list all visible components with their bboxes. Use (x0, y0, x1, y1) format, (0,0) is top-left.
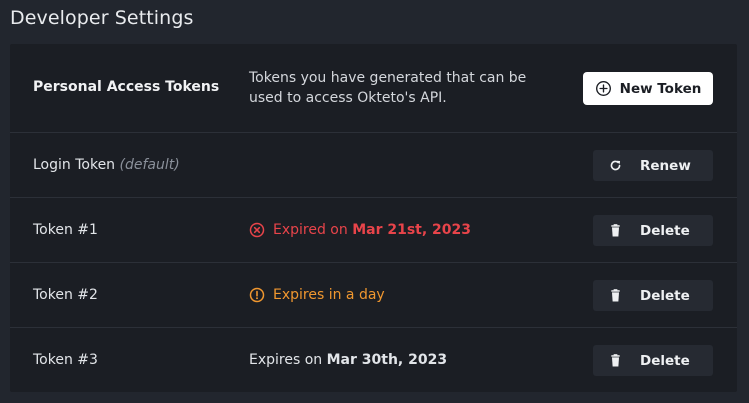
error-circle-icon (249, 222, 265, 238)
new-token-button[interactable]: New Token (583, 72, 713, 105)
renew-button[interactable]: Renew (593, 150, 713, 181)
section-description: Tokens you have generated that can be us… (249, 70, 527, 106)
tokens-panel: Personal Access Tokens Tokens you have g… (10, 44, 737, 392)
token-row: Token #2 Expires in a day Delete (10, 262, 737, 327)
status-prefix: Expires on (249, 352, 327, 368)
token-row: Token #1 Expired on Mar 21st, 2023 Delet… (10, 197, 737, 262)
token-status: Expired on Mar 21st, 2023 (249, 222, 471, 238)
token-row: Token #3 Expires on Mar 30th, 2023 Delet… (10, 327, 737, 392)
token-row: Login Token (default) Renew (10, 132, 737, 197)
delete-button-label: Delete (640, 352, 690, 369)
trash-icon (611, 289, 620, 302)
tokens-header-row: Personal Access Tokens Tokens you have g… (10, 44, 737, 132)
status-date: Mar 21st, 2023 (352, 222, 472, 238)
delete-button[interactable]: Delete (593, 280, 713, 311)
token-default-hint: (default) (119, 157, 180, 173)
delete-button-label: Delete (640, 222, 690, 239)
token-name: Token #2 (33, 287, 98, 303)
renew-button-label: Renew (640, 157, 691, 174)
trash-icon (611, 354, 620, 367)
status-text: Expires in a day (273, 287, 385, 303)
warning-circle-icon (249, 287, 265, 303)
token-name: Token #3 (33, 352, 98, 368)
delete-button-label: Delete (640, 287, 690, 304)
delete-button[interactable]: Delete (593, 215, 713, 246)
token-name: Token #1 (33, 222, 98, 238)
refresh-icon (610, 160, 621, 171)
status-prefix: Expired on (273, 222, 353, 238)
section-title: Personal Access Tokens (33, 79, 220, 95)
token-status: Expires on Mar 30th, 2023 (249, 352, 447, 368)
token-name-text: Login Token (33, 157, 116, 173)
delete-button[interactable]: Delete (593, 345, 713, 376)
trash-icon (611, 224, 620, 237)
plus-circle-icon (595, 81, 611, 96)
page-title: Developer Settings (10, 7, 194, 29)
new-token-label: New Token (619, 80, 702, 97)
token-status: Expires in a day (249, 287, 385, 303)
status-date: Mar 30th, 2023 (326, 352, 448, 368)
developer-settings-page: Developer Settings Personal Access Token… (0, 0, 749, 403)
token-name: Login Token (default) (33, 157, 180, 173)
